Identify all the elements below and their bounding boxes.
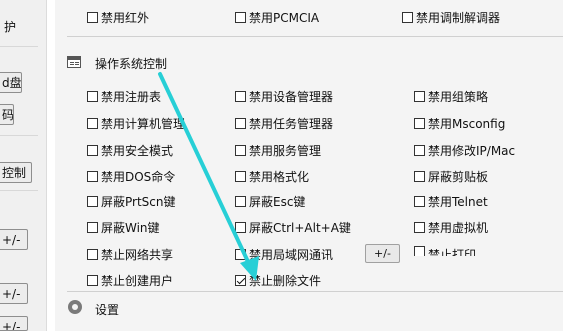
left-plusminus-button-1[interactable]: +/-: [0, 229, 28, 250]
checkbox-disable-create-user[interactable]: 禁止创建用户: [87, 272, 173, 289]
checkbox-disable-infrared[interactable]: 禁用红外: [87, 9, 149, 26]
checkbox-disable-lan-communication[interactable]: 禁用局域网通讯: [235, 246, 333, 263]
checkbox-label: 屏蔽Win键: [101, 221, 160, 235]
checkbox-label: 禁用注册表: [101, 90, 162, 104]
left-divider: [0, 135, 38, 136]
checkbox-box[interactable]: [235, 249, 246, 260]
checkbox-box[interactable]: [414, 171, 425, 182]
left-plusminus-button-3[interactable]: +/-: [0, 316, 28, 331]
checkbox-box[interactable]: [87, 145, 98, 156]
checkbox-label: 禁用红外: [101, 11, 150, 25]
checkbox-label: 禁用计算机管理: [101, 117, 186, 131]
checkbox-box[interactable]: [235, 222, 246, 233]
checkbox-block-clipboard[interactable]: 屏蔽剪贴板: [414, 168, 488, 185]
checkbox-box[interactable]: [414, 246, 425, 256]
checkbox-label: 禁止网络共享: [101, 248, 174, 262]
left-divider: [0, 46, 38, 47]
checkbox-label: 屏蔽Ctrl+Alt+A键: [249, 221, 351, 235]
checkbox-label: 禁用任务管理器: [249, 117, 334, 131]
checkbox-label: 禁用DOS命令: [101, 170, 176, 184]
checkbox-label: 屏蔽PrtScn键: [101, 195, 176, 209]
checkbox-label: 禁用服务管理: [249, 144, 322, 158]
checkbox-label: 禁用安全模式: [101, 144, 174, 158]
left-code-button[interactable]: 码: [0, 104, 14, 125]
checkbox-box[interactable]: [235, 145, 246, 156]
checkbox-label: 禁用设备管理器: [249, 90, 334, 104]
checkbox-label: 禁用调制解调器: [416, 11, 501, 25]
checkbox-disable-computer-management[interactable]: 禁用计算机管理: [87, 115, 185, 132]
checkbox-disable-device-manager[interactable]: 禁用设备管理器: [235, 88, 333, 105]
left-plusminus-button-2[interactable]: +/-: [0, 283, 28, 304]
checkbox-label: 禁止打印: [428, 248, 477, 256]
checkbox-label: 禁用Telnet: [428, 195, 488, 209]
checkbox-box[interactable]: [87, 275, 98, 286]
checkbox-box[interactable]: [87, 249, 98, 260]
checkbox-disable-format[interactable]: 禁用格式化: [235, 168, 309, 185]
checkbox-box[interactable]: [87, 222, 98, 233]
checkbox-disable-delete-file[interactable]: 禁止删除文件: [235, 272, 321, 289]
checkbox-box[interactable]: [414, 222, 425, 233]
left-panel: 护 d盘 码 控制 +/- +/- +/-: [0, 0, 47, 331]
checkbox-disable-modem[interactable]: 禁用调制解调器: [402, 9, 500, 26]
checkbox-label: 禁用组策略: [428, 90, 489, 104]
checkbox-label: 禁用格式化: [249, 170, 310, 184]
checkbox-disable-registry[interactable]: 禁用注册表: [87, 88, 161, 105]
checkbox-disable-msconfig[interactable]: 禁用Msconfig: [414, 115, 505, 132]
checkbox-box[interactable]: [414, 196, 425, 207]
checkbox-label: 屏蔽剪贴板: [428, 170, 489, 184]
os-control-panel: 禁用注册表 禁用计算机管理 禁用安全模式 禁用DOS命令 屏蔽PrtScn键 屏…: [67, 73, 563, 292]
left-disk-button[interactable]: d盘: [0, 72, 22, 93]
left-label-protect: 护: [4, 20, 17, 34]
left-control-button[interactable]: 控制: [0, 162, 32, 183]
checkbox-box[interactable]: [414, 91, 425, 102]
checkbox-box[interactable]: [235, 171, 246, 182]
window-icon: [67, 56, 81, 68]
left-divider: [0, 190, 38, 191]
checkbox-box[interactable]: [87, 196, 98, 207]
checkbox-label: 禁止创建用户: [101, 274, 174, 288]
checkbox-label: 禁用PCMCIA: [249, 11, 320, 25]
checkbox-label: 禁用虚拟机: [428, 221, 489, 235]
checkbox-disable-dos[interactable]: 禁用DOS命令: [87, 168, 175, 185]
checkbox-label: 屏蔽Esc键: [249, 195, 306, 209]
checkbox-box[interactable]: [235, 12, 246, 23]
checkbox-label: 禁用修改IP/Mac: [428, 144, 516, 158]
checkbox-disable-virtual-machine[interactable]: 禁用虚拟机: [414, 219, 488, 236]
checkbox-box[interactable]: [87, 91, 98, 102]
checkbox-label: 禁用Msconfig: [428, 117, 506, 131]
checkbox-box-checked[interactable]: [235, 275, 246, 286]
checkbox-box[interactable]: [235, 196, 246, 207]
gear-icon: [68, 300, 82, 314]
checkbox-box[interactable]: [235, 91, 246, 102]
checkbox-disable-print[interactable]: 禁止打印: [414, 246, 476, 256]
checkbox-box[interactable]: [235, 118, 246, 129]
checkbox-box[interactable]: [402, 12, 413, 23]
checkbox-disable-safe-mode[interactable]: 禁用安全模式: [87, 142, 173, 159]
checkbox-disable-service-management[interactable]: 禁用服务管理: [235, 142, 321, 159]
checkbox-disable-pcmcia[interactable]: 禁用PCMCIA: [235, 9, 319, 26]
checkbox-block-win-key[interactable]: 屏蔽Win键: [87, 219, 160, 236]
checkbox-disable-network-share[interactable]: 禁止网络共享: [87, 246, 173, 263]
checkbox-box[interactable]: [414, 118, 425, 129]
checkbox-box[interactable]: [414, 145, 425, 156]
checkbox-box[interactable]: [87, 171, 98, 182]
checkbox-block-esc-key[interactable]: 屏蔽Esc键: [235, 193, 305, 210]
checkbox-block-prtscn[interactable]: 屏蔽PrtScn键: [87, 193, 176, 210]
main-panel: 禁用红外 禁用PCMCIA 禁用调制解调器 操作系统控制 禁用注册表 禁用计算机…: [55, 0, 563, 331]
checkbox-label: 禁用局域网通讯: [249, 248, 334, 262]
checkbox-label: 禁止删除文件: [249, 274, 322, 288]
checkbox-disable-telnet[interactable]: 禁用Telnet: [414, 193, 488, 210]
section-title-os-control[interactable]: 操作系统控制: [95, 55, 167, 72]
checkbox-disable-task-manager[interactable]: 禁用任务管理器: [235, 115, 333, 132]
checkbox-block-ctrl-alt-a[interactable]: 屏蔽Ctrl+Alt+A键: [235, 219, 351, 236]
checkbox-disable-group-policy[interactable]: 禁用组策略: [414, 88, 488, 105]
lan-plusminus-button[interactable]: +/-: [365, 244, 400, 263]
checkbox-disable-modify-ip-mac[interactable]: 禁用修改IP/Mac: [414, 142, 515, 159]
checkbox-box[interactable]: [87, 12, 98, 23]
section-title-settings[interactable]: 设置: [95, 301, 119, 318]
checkbox-box[interactable]: [87, 118, 98, 129]
hardware-panel: 禁用红外 禁用PCMCIA 禁用调制解调器: [67, 0, 563, 37]
